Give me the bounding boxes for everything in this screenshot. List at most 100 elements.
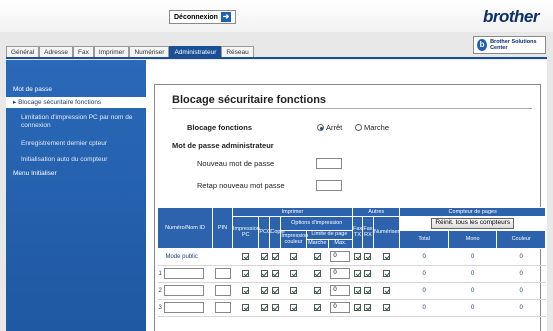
user-id-input[interactable] <box>163 285 204 296</box>
row-name-cell: Mode public <box>157 248 233 266</box>
checkbox-checked-icon[interactable] <box>260 269 268 277</box>
new-password-field[interactable] <box>316 158 342 169</box>
sidebar-item-blocage[interactable]: ▸ Blocage sécuritaire fonctions <box>6 97 146 108</box>
col-header-impression-pc: Impression PC <box>231 216 260 249</box>
checkbox-checked-icon[interactable] <box>271 252 279 260</box>
sidebar-item-initialisation[interactable]: Initialisation auto du compteur <box>21 156 107 164</box>
table-row: 1 0 0 0 0 <box>157 265 546 283</box>
col-header-pcc: PCC <box>258 216 271 249</box>
brand-logo: brother <box>483 7 540 26</box>
solutions-center-button[interactable]: b Brother Solutions Center <box>473 36 546 54</box>
user-id-input[interactable] <box>163 268 204 279</box>
col-header-marche: Marche <box>305 238 329 249</box>
checkbox-checked-icon[interactable] <box>271 303 279 311</box>
col-header-limite: Limite de page <box>305 229 354 240</box>
title-underline <box>172 108 532 109</box>
couleur-cell: 0 <box>496 248 546 266</box>
col-header-numero: Numéro/Nom ID <box>156 207 214 249</box>
col-header-couleur: Couleur <box>496 229 546 249</box>
user-restriction-table: Numéro/Nom ID PIN Imprimer Autres Compte… <box>156 207 546 317</box>
top-bar: Déconnexion ➜ brother <box>0 0 553 32</box>
radio-selected-icon <box>317 124 324 131</box>
row-number: 2 <box>158 288 162 295</box>
pin-input[interactable] <box>214 285 231 296</box>
logout-button[interactable]: Déconnexion ➜ <box>169 10 236 24</box>
table-row: Mode public 0 0 0 0 <box>157 248 546 266</box>
couleur-cell: 0 <box>496 265 546 283</box>
col-header-pin: PIN <box>212 207 233 249</box>
sidebar-item-menu-initialiser[interactable]: Menu Initialiser <box>13 170 57 178</box>
new-password-label: Nouveau mot de passe <box>197 159 275 168</box>
col-header-fax-tx: Fax TX <box>352 216 363 249</box>
checkbox-checked-icon[interactable] <box>313 269 321 277</box>
retype-password-field[interactable] <box>316 180 342 191</box>
checkbox-checked-icon[interactable] <box>260 303 268 311</box>
checkbox-checked-icon[interactable] <box>260 286 268 294</box>
solutions-center-label: Brother Solutions Center <box>490 39 537 51</box>
checkbox-checked-icon[interactable] <box>290 286 298 294</box>
checkbox-checked-icon[interactable] <box>271 286 279 294</box>
max-pages-input[interactable]: 0 <box>330 285 351 296</box>
col-header-imprimer: Imprimer <box>231 207 354 217</box>
col-header-mono: Mono <box>447 229 498 249</box>
col-header-fax-rx: Fax RX <box>361 216 374 249</box>
total-cell: 0 <box>399 299 449 317</box>
sidebar: Mot de passe ▸ Blocage sécuritaire fonct… <box>6 60 146 331</box>
sidebar-item-enregistrement[interactable]: Enregistrement dernier cpteur <box>21 140 107 148</box>
pin-input[interactable] <box>214 268 231 279</box>
sidebar-item-mot-de-passe[interactable]: Mot de passe <box>13 86 52 94</box>
col-header-total: Total <box>399 229 449 249</box>
checkbox-checked-icon[interactable] <box>383 252 391 260</box>
couleur-cell: 0 <box>496 299 546 317</box>
checkbox-checked-icon[interactable] <box>383 269 391 277</box>
total-cell: 0 <box>399 265 449 283</box>
col-header-max: Max. <box>327 238 354 249</box>
checkbox-checked-icon[interactable] <box>313 286 321 294</box>
arrow-right-icon: ➜ <box>220 12 231 22</box>
checkbox-checked-icon[interactable] <box>364 269 372 277</box>
page-title: Blocage sécuritaire fonctions <box>172 94 327 106</box>
radio-marche-label: Marche <box>364 123 390 132</box>
user-id-input[interactable] <box>163 302 204 313</box>
checkbox-checked-icon[interactable] <box>364 303 372 311</box>
col-header-numeriser: Numériser <box>372 216 401 249</box>
max-pages-input[interactable]: 0 <box>330 302 351 313</box>
row-number: 1 <box>158 271 162 278</box>
checkbox-checked-icon[interactable] <box>364 286 372 294</box>
max-pages-input[interactable]: 0 <box>330 268 351 279</box>
lock-label: Blocage fonctions <box>187 123 253 132</box>
checkbox-checked-icon[interactable] <box>242 303 250 311</box>
table-row: 2 0 0 0 0 <box>157 282 546 300</box>
checkbox-checked-icon[interactable] <box>353 252 361 260</box>
checkbox-checked-icon[interactable] <box>353 303 361 311</box>
logout-label: Déconnexion <box>174 13 218 21</box>
checkbox-checked-icon[interactable] <box>353 269 361 277</box>
col-header-impression-couleur: Impression couleur <box>280 229 308 249</box>
total-cell: 0 <box>399 248 449 266</box>
checkbox-checked-icon[interactable] <box>383 286 391 294</box>
col-header-copie: Copie <box>269 216 285 249</box>
checkbox-checked-icon[interactable] <box>364 252 372 260</box>
checkbox-checked-icon[interactable] <box>313 303 321 311</box>
reset-counters-button[interactable]: Réinit. tous les compteurs <box>431 218 515 229</box>
checkbox-checked-icon[interactable] <box>271 269 279 277</box>
checkbox-checked-icon[interactable] <box>353 286 361 294</box>
checkbox-checked-icon[interactable] <box>290 252 298 260</box>
checkbox-checked-icon[interactable] <box>242 252 250 260</box>
admin-password-heading: Mot de passe administrateur <box>172 141 274 150</box>
checkbox-checked-icon[interactable] <box>313 252 321 260</box>
checkbox-checked-icon[interactable] <box>242 269 250 277</box>
tab-underline <box>6 57 547 59</box>
pin-input[interactable] <box>214 302 231 313</box>
checkbox-checked-icon[interactable] <box>242 286 250 294</box>
radio-marche[interactable]: Marche <box>355 123 389 132</box>
checkbox-checked-icon[interactable] <box>383 303 391 311</box>
checkbox-checked-icon[interactable] <box>290 303 298 311</box>
checkbox-checked-icon[interactable] <box>260 252 268 260</box>
radio-arret[interactable]: Arrêt <box>317 123 342 132</box>
sidebar-item-limitation[interactable]: Limitation d'impression PC par nom de co… <box>21 114 136 130</box>
checkbox-checked-icon[interactable] <box>290 269 298 277</box>
col-header-autres: Autres <box>352 207 401 217</box>
max-pages-input[interactable]: 0 <box>330 251 351 262</box>
col-header-options: Options d'impression <box>280 216 354 231</box>
